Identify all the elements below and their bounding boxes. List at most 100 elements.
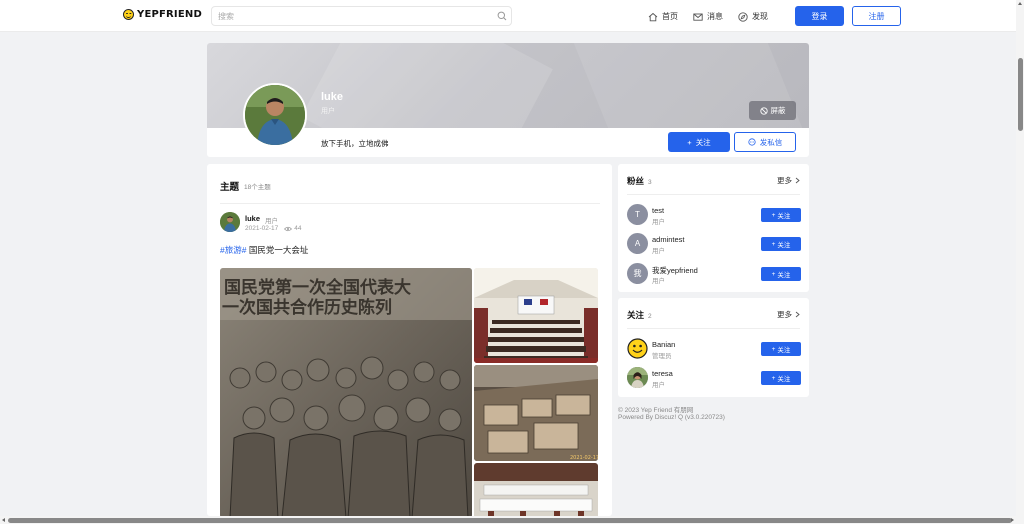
plus-icon: + bbox=[687, 137, 692, 147]
post-content[interactable]: #旅游# 国民党一大会址 bbox=[220, 244, 308, 256]
plus-icon: + bbox=[771, 240, 776, 248]
fan-follow-label: 关注 bbox=[777, 272, 791, 279]
nav-discover-label: 发现 bbox=[752, 12, 768, 21]
vertical-scrollbar[interactable] bbox=[1016, 0, 1024, 516]
following-follow-button[interactable]: + 关注 bbox=[761, 342, 801, 356]
search-icon[interactable] bbox=[497, 11, 507, 21]
threads-count: 18个主题 bbox=[244, 184, 271, 191]
threads-title: 主题 bbox=[220, 182, 240, 193]
following-title-text: 关注 bbox=[627, 310, 645, 320]
footer-copyright: © 2023 Yep Friend 有朋网 bbox=[618, 407, 694, 414]
footer-powered-by[interactable]: Powered By Discuz! Q (v3.0.220723) bbox=[618, 414, 725, 421]
svg-text:2021-02-17: 2021-02-17 bbox=[570, 455, 598, 461]
fan-role: 用户 bbox=[652, 248, 665, 255]
login-button[interactable]: 登录 bbox=[795, 6, 844, 26]
smiley-logo-icon bbox=[123, 9, 134, 20]
profile-role: 用户 bbox=[321, 108, 335, 115]
nav-messages[interactable]: 消息 bbox=[693, 11, 723, 22]
following-more-link[interactable]: 更多 bbox=[777, 309, 800, 320]
following-follow-label: 关注 bbox=[777, 347, 791, 354]
divider bbox=[627, 194, 800, 195]
post-text: 国民党一大会址 bbox=[248, 245, 309, 255]
relief-caption-line2: 一次国共合作历史陈列 bbox=[222, 297, 392, 318]
plus-icon: + bbox=[771, 211, 776, 219]
post-image-room[interactable] bbox=[474, 463, 598, 516]
fan-row: A admintest 用户 + 关注 bbox=[627, 233, 801, 255]
fan-follow-label: 关注 bbox=[777, 213, 791, 220]
following-row: teresa 用户 + 关注 bbox=[627, 367, 801, 389]
scroll-up-arrow-icon[interactable] bbox=[1018, 2, 1022, 5]
relief-caption-line1: 国民党第一次全国代表大 bbox=[224, 277, 411, 298]
search-box bbox=[211, 6, 512, 26]
following-follow-button[interactable]: + 关注 bbox=[761, 371, 801, 385]
fan-follow-button[interactable]: + 关注 bbox=[761, 237, 801, 251]
horizontal-scrollbar[interactable] bbox=[0, 516, 1024, 524]
fan-avatar[interactable]: A bbox=[627, 233, 648, 254]
nav-discover[interactable]: 发现 bbox=[738, 11, 768, 22]
post-views-count: 44 bbox=[294, 225, 302, 232]
scroll-left-arrow-icon[interactable] bbox=[2, 518, 5, 522]
fan-role: 用户 bbox=[652, 278, 665, 285]
eye-icon bbox=[284, 226, 293, 231]
send-message-label: 发私信 bbox=[759, 137, 783, 147]
fan-avatar[interactable]: T bbox=[627, 204, 648, 225]
post-topic-tag[interactable]: #旅游# bbox=[220, 245, 246, 255]
fan-follow-label: 关注 bbox=[777, 242, 791, 249]
plus-icon: + bbox=[771, 374, 776, 382]
fans-card: 粉丝 3 更多 T test 用户 + 关注 A admintest 用户 + 关注 … bbox=[618, 164, 809, 292]
following-row: Banian 管理员 + 关注 bbox=[627, 338, 801, 360]
home-icon bbox=[648, 12, 658, 21]
nav-links: 首页 消息 发现 bbox=[648, 11, 768, 22]
fan-follow-button[interactable]: + 关注 bbox=[761, 267, 801, 281]
post-author-role: 用户 bbox=[265, 218, 278, 225]
following-more-label: 更多 bbox=[777, 310, 792, 319]
scroll-right-arrow-icon[interactable] bbox=[1011, 518, 1014, 522]
block-button[interactable]: 屏蔽 bbox=[749, 101, 796, 120]
following-name[interactable]: Banian bbox=[652, 340, 675, 349]
following-avatar[interactable] bbox=[627, 367, 648, 388]
fan-row: 我 我爱yepfriend 用户 + 关注 bbox=[627, 263, 801, 285]
fan-follow-button[interactable]: + 关注 bbox=[761, 208, 801, 222]
block-icon bbox=[759, 106, 768, 115]
plus-icon: + bbox=[771, 345, 776, 353]
fan-name[interactable]: admintest bbox=[652, 235, 685, 244]
register-button[interactable]: 注册 bbox=[852, 6, 901, 26]
fan-name[interactable]: test bbox=[652, 206, 664, 215]
send-message-button[interactable]: 发私信 bbox=[734, 132, 796, 152]
fan-avatar[interactable]: 我 bbox=[627, 263, 648, 284]
block-button-label: 屏蔽 bbox=[770, 106, 786, 115]
profile-avatar[interactable] bbox=[243, 83, 307, 147]
following-title: 关注 2 bbox=[627, 309, 652, 321]
nav-home[interactable]: 首页 bbox=[648, 11, 678, 22]
logo-text: YEPFRIEND bbox=[137, 9, 202, 20]
profile-bio: 放下手机，立地成佛 bbox=[321, 139, 389, 148]
mail-icon bbox=[693, 13, 703, 21]
post-author-name[interactable]: luke bbox=[245, 214, 260, 223]
follow-button[interactable]: + 关注 bbox=[668, 132, 730, 152]
fans-more-label: 更多 bbox=[777, 176, 792, 185]
following-role: 用户 bbox=[652, 382, 665, 389]
post-image-relief[interactable]: 国民党第一次全国代表大 一次国共合作历史陈列 bbox=[220, 268, 472, 516]
profile-header: luke 用户 屏蔽 放下手机，立地成佛 + 关注 发私信 bbox=[207, 43, 809, 157]
post-author-avatar[interactable] bbox=[220, 212, 240, 232]
horizontal-scroll-thumb[interactable] bbox=[8, 517, 1012, 523]
search-input[interactable] bbox=[212, 7, 482, 25]
nav-messages-label: 消息 bbox=[707, 12, 723, 21]
post-views: 44 bbox=[284, 225, 301, 232]
post-meta: 2021-02-17 44 bbox=[245, 225, 301, 232]
fans-title: 粉丝 3 bbox=[627, 175, 652, 187]
top-navbar: YEPFRIEND 首页 消息 发现 登录 注册 bbox=[0, 0, 1016, 32]
fan-role: 用户 bbox=[652, 219, 665, 226]
compass-icon bbox=[738, 11, 748, 22]
site-logo[interactable]: YEPFRIEND bbox=[123, 9, 202, 20]
fans-more-link[interactable]: 更多 bbox=[777, 175, 800, 186]
post-image-hall[interactable] bbox=[474, 268, 598, 363]
vertical-scroll-thumb[interactable] bbox=[1017, 58, 1023, 131]
post-date: 2021-02-17 bbox=[245, 225, 279, 232]
following-name[interactable]: teresa bbox=[652, 369, 673, 378]
post-image-exhibit[interactable]: 2021-02-17 bbox=[474, 365, 598, 461]
following-follow-label: 关注 bbox=[777, 376, 791, 383]
following-role: 管理员 bbox=[652, 353, 672, 360]
smiley-avatar-icon[interactable] bbox=[627, 338, 648, 359]
nav-home-label: 首页 bbox=[662, 12, 678, 21]
